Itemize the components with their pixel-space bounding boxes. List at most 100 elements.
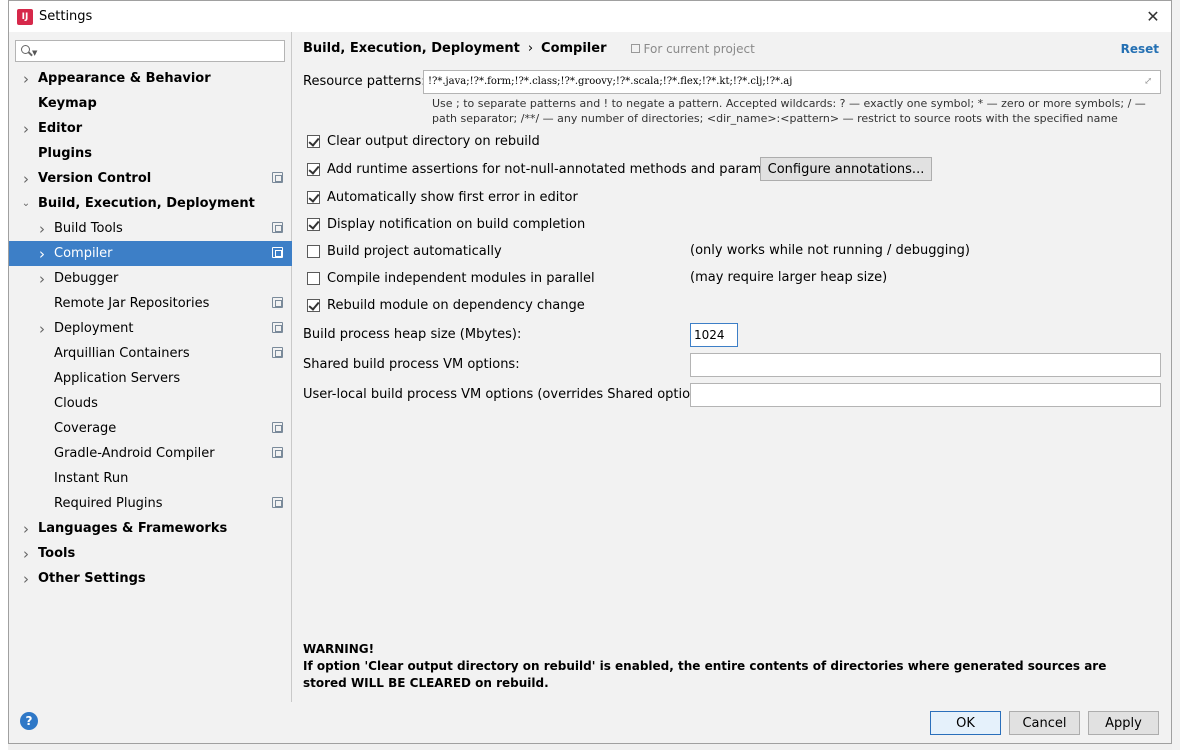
chevron-right-icon[interactable]: ›	[21, 70, 31, 88]
option-add-runtime-assertions-for-not-null-annotated-methods-and-parameters[interactable]: Add runtime assertions for not-null-anno…	[307, 159, 795, 179]
sidebar-item-appearance-behavior[interactable]: › Appearance & Behavior	[9, 66, 292, 91]
sidebar-item-instant-run[interactable]: Instant Run	[9, 466, 292, 491]
checkbox[interactable]	[307, 298, 320, 312]
resource-patterns-input[interactable]: !?*.java;!?*.form;!?*.class;!?*.groovy;!…	[423, 70, 1161, 94]
settings-tree: › Appearance & Behavior Keymap › Editor Plugi…	[9, 66, 292, 591]
sidebar-item-label: Coverage	[54, 421, 117, 436]
reset-link[interactable]: Reset	[1121, 42, 1159, 56]
compiler-settings-panel: Build, Execution, Deployment › Compiler …	[293, 32, 1173, 702]
sidebar-item-clouds[interactable]: Clouds	[9, 391, 292, 416]
chevron-right-icon[interactable]: ›	[21, 520, 31, 538]
resource-patterns-hint: Use ; to separate patterns and ! to nega…	[432, 97, 1146, 125]
project-scope-label: For current project	[630, 41, 755, 56]
checkbox[interactable]	[307, 244, 320, 258]
user-vm-options-input[interactable]	[690, 383, 1161, 407]
checkbox[interactable]	[307, 271, 320, 285]
option-clear-output-directory-on-rebuild[interactable]: Clear output directory on rebuild	[307, 131, 540, 151]
chevron-right-icon[interactable]: ›	[21, 170, 31, 188]
sidebar-item-compiler[interactable]: › Compiler	[9, 241, 292, 266]
option-compile-independent-modules-in-parallel[interactable]: Compile independent modules in parallel	[307, 268, 595, 288]
ok-button[interactable]: OK	[930, 711, 1001, 735]
sidebar-item-gradle-android-compiler[interactable]: Gradle-Android Compiler	[9, 441, 292, 466]
sidebar-item-label: Remote Jar Repositories	[54, 296, 210, 311]
chevron-right-icon[interactable]: ›	[21, 120, 31, 138]
checkbox[interactable]	[307, 190, 320, 204]
option-display-notification-on-build-completion[interactable]: Display notification on build completion	[307, 214, 585, 234]
checkbox[interactable]	[307, 162, 320, 176]
sidebar-item-label: Keymap	[38, 96, 97, 111]
project-scope-icon	[272, 422, 283, 433]
sidebar-item-required-plugins[interactable]: Required Plugins	[9, 491, 292, 516]
chevron-down-icon[interactable]: ⌄	[21, 198, 31, 209]
resource-patterns-value: !?*.java;!?*.form;!?*.class;!?*.groovy;!…	[428, 76, 793, 87]
sidebar-item-build-execution-deployment[interactable]: ⌄ Build, Execution, Deployment	[9, 191, 292, 216]
search-box[interactable]: ▼	[15, 40, 285, 62]
breadcrumb-separator: ›	[527, 41, 534, 56]
search-icon	[20, 44, 34, 58]
chevron-right-icon[interactable]: ›	[21, 570, 31, 588]
resource-patterns-label: Resource patterns:	[303, 74, 426, 89]
chevron-right-icon[interactable]: ›	[21, 545, 31, 563]
search-input[interactable]	[41, 44, 284, 58]
shared-vm-options-label: Shared build process VM options:	[303, 357, 520, 372]
sidebar-item-label: Instant Run	[54, 471, 129, 486]
sidebar-item-languages-frameworks[interactable]: › Languages & Frameworks	[9, 516, 292, 541]
sidebar-item-deployment[interactable]: › Deployment	[9, 316, 292, 341]
settings-dialog: IJ Settings ✕ ▼ › Appearance & Behavior Ke…	[8, 0, 1172, 744]
heap-size-label: Build process heap size (Mbytes):	[303, 327, 522, 342]
shared-vm-options-input[interactable]	[690, 353, 1161, 377]
apply-button[interactable]: Apply	[1088, 711, 1159, 735]
sidebar-item-plugins[interactable]: Plugins	[9, 141, 292, 166]
window-title: Settings	[39, 9, 93, 24]
sidebar-item-label: Clouds	[54, 396, 98, 411]
scope-text: For current project	[643, 41, 755, 56]
sidebar-item-version-control[interactable]: › Version Control	[9, 166, 292, 191]
sidebar-item-arquillian-containers[interactable]: Arquillian Containers	[9, 341, 292, 366]
expand-icon[interactable]: ⤢	[1144, 76, 1155, 87]
chevron-right-icon[interactable]: ›	[37, 320, 47, 338]
option-rebuild-module-on-dependency-change[interactable]: Rebuild module on dependency change	[307, 295, 585, 315]
breadcrumb-parent: Build, Execution, Deployment	[303, 41, 520, 56]
sidebar-item-debugger[interactable]: › Debugger	[9, 266, 292, 291]
checkbox-label: Compile independent modules in parallel	[327, 270, 595, 286]
sidebar-item-label: Build Tools	[54, 221, 123, 236]
checkbox-label: Build project automatically	[327, 243, 502, 259]
project-scope-icon	[272, 172, 283, 183]
sidebar-item-label: Application Servers	[54, 371, 181, 386]
sidebar-item-label: Editor	[38, 121, 83, 136]
sidebar-item-remote-jar-repositories[interactable]: Remote Jar Repositories	[9, 291, 292, 316]
chevron-right-icon[interactable]: ›	[37, 270, 47, 288]
sidebar-item-label: Tools	[38, 546, 76, 561]
cancel-button[interactable]: Cancel	[1009, 711, 1080, 735]
sidebar-item-keymap[interactable]: Keymap	[9, 91, 292, 116]
checkbox-label: Automatically show first error in editor	[327, 189, 578, 205]
heap-size-input[interactable]: 1024	[690, 323, 738, 347]
sidebar-item-label: Required Plugins	[54, 496, 163, 511]
sidebar-item-label: Arquillian Containers	[54, 346, 190, 361]
checkbox[interactable]	[307, 217, 320, 231]
sidebar-item-build-tools[interactable]: › Build Tools	[9, 216, 292, 241]
close-icon[interactable]: ✕	[1143, 7, 1163, 27]
option-build-project-automatically[interactable]: Build project automatically	[307, 241, 502, 261]
background-window-right	[1172, 0, 1180, 750]
option-automatically-show-first-error-in-editor[interactable]: Automatically show first error in editor	[307, 187, 578, 207]
chevron-right-icon[interactable]: ›	[37, 220, 47, 238]
sidebar-item-tools[interactable]: › Tools	[9, 541, 292, 566]
project-scope-icon	[272, 447, 283, 458]
sidebar-item-other-settings[interactable]: › Other Settings	[9, 566, 292, 591]
intellij-icon: IJ	[17, 8, 33, 25]
help-icon[interactable]: ?	[20, 712, 38, 730]
chevron-right-icon[interactable]: ›	[37, 245, 47, 263]
configure-annotations-button[interactable]: Configure annotations...	[760, 157, 932, 181]
checkbox-label: Clear output directory on rebuild	[327, 133, 540, 149]
sidebar-item-editor[interactable]: › Editor	[9, 116, 292, 141]
sidebar-item-label: Compiler	[54, 246, 113, 261]
sidebar-item-coverage[interactable]: Coverage	[9, 416, 292, 441]
settings-sidebar: ▼ › Appearance & Behavior Keymap › Editor Plu…	[9, 32, 292, 702]
sidebar-item-application-servers[interactable]: Application Servers	[9, 366, 292, 391]
sidebar-item-label: Plugins	[38, 146, 92, 161]
checkbox[interactable]	[307, 134, 320, 148]
sidebar-item-label: Other Settings	[38, 571, 146, 586]
checkbox-label: Display notification on build completion	[327, 216, 586, 232]
option-note: (only works while not running / debuggin…	[690, 243, 970, 258]
